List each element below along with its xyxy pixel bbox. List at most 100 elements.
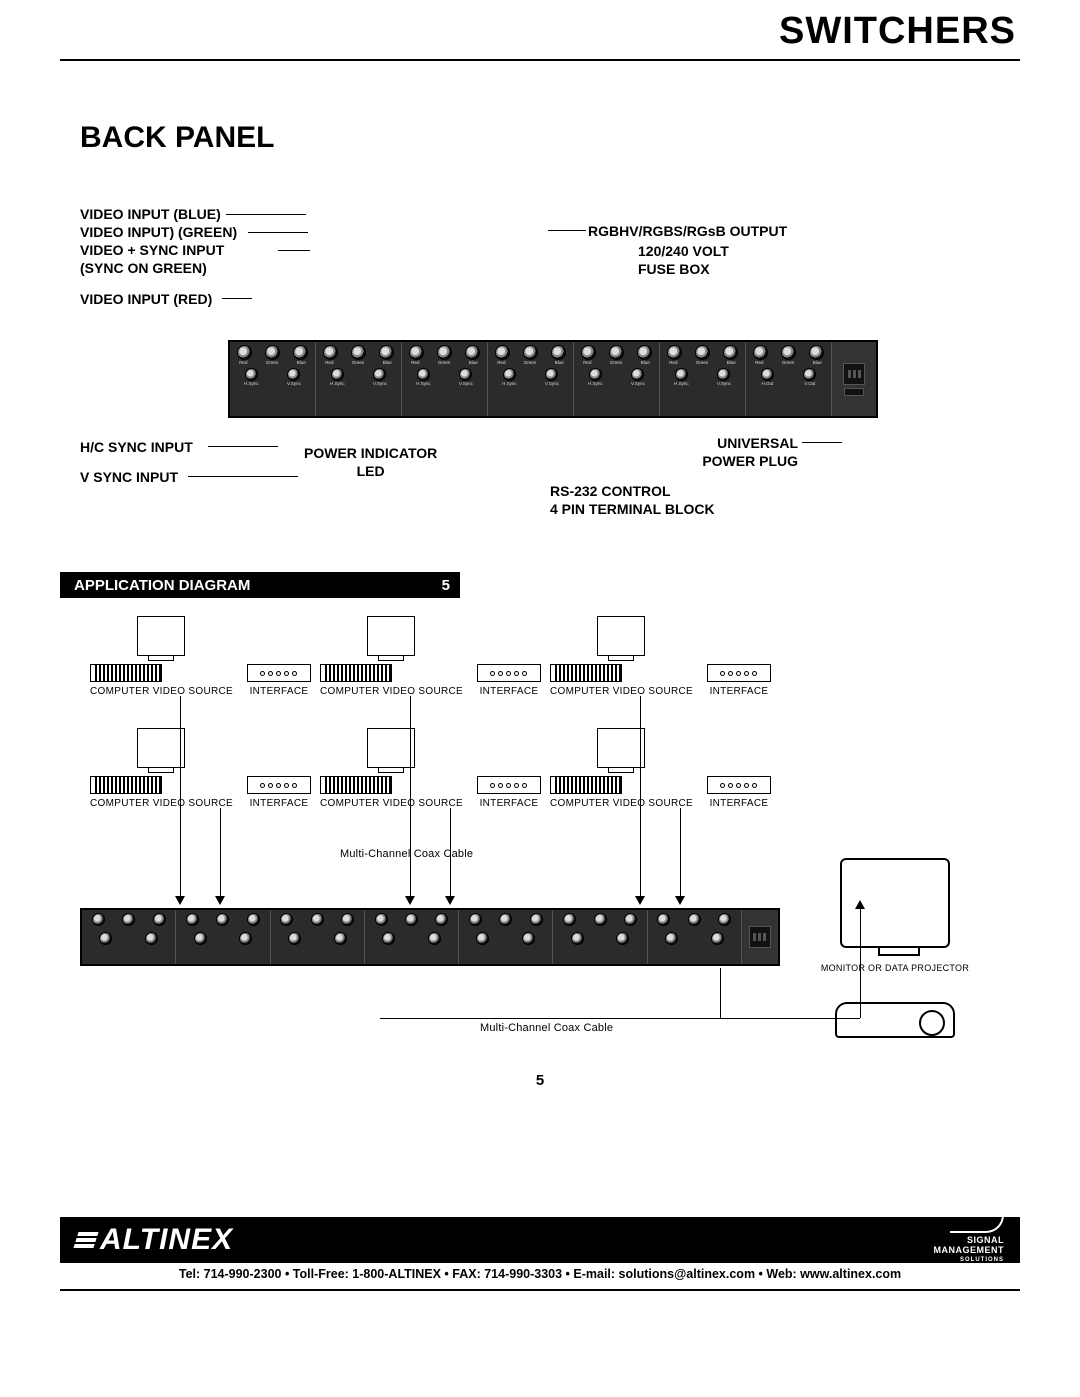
bnc-connector	[695, 345, 710, 360]
bnc-connector	[551, 345, 566, 360]
application-diagram: Computer Video Source Interface Computer…	[60, 608, 1020, 1088]
bnc-connector	[723, 345, 738, 360]
cable-line	[180, 696, 181, 898]
interface-icon: Interface	[477, 616, 541, 698]
bnc-connector	[237, 345, 252, 360]
cable-line	[450, 808, 451, 898]
bnc-connector	[753, 345, 768, 360]
iec-inlet-icon	[843, 363, 865, 385]
interface-icon: Interface	[247, 616, 311, 698]
label: Computer Video Source	[550, 686, 693, 698]
lead-line	[548, 230, 586, 231]
sms-line1: SIGNAL	[934, 1235, 1005, 1245]
arrow-down-icon	[675, 896, 685, 905]
lead-line	[188, 476, 298, 477]
page-category-title: SWITCHERS	[60, 10, 1020, 61]
input-group	[82, 910, 176, 964]
sms-line2: MANAGEMENT	[934, 1245, 1005, 1255]
arrow-down-icon	[445, 896, 455, 905]
bnc-connector	[667, 345, 682, 360]
brand-name: ALTINEX	[100, 1223, 233, 1257]
bnc-connector	[581, 345, 596, 360]
bnc-connector	[331, 368, 344, 381]
bnc-connector	[379, 345, 394, 360]
input-group-6: RedGreenBlue H.SyncV.Sync	[660, 342, 746, 416]
input-group-2: RedGreenBlue H.SyncV.Sync	[316, 342, 402, 416]
bnc-connector	[675, 368, 688, 381]
computer-source-icon: Computer Video Source	[90, 728, 233, 810]
arrow-down-icon	[215, 896, 225, 905]
input-group-1: RedGreenBlue H.SyncV.Sync	[230, 342, 316, 416]
lead-line	[278, 250, 310, 251]
section-bar-title: APPLICATION DIAGRAM	[74, 577, 250, 594]
bnc-connector	[781, 345, 796, 360]
interface-icon: Interface	[247, 728, 311, 810]
footer-bar: ALTINEX SIGNAL MANAGEMENT SOLUTIONS	[60, 1217, 1020, 1263]
bnc-connector	[417, 368, 430, 381]
source-pair: Computer Video Source Interface	[320, 728, 541, 810]
cable-label-lower: Multi-Channel Coax Cable	[480, 1022, 613, 1034]
source-pair: Computer Video Source Interface	[550, 728, 771, 810]
lead-line	[208, 446, 278, 447]
cable-line	[380, 1018, 860, 1019]
input-group	[271, 910, 365, 964]
brand-logo: ALTINEX	[76, 1223, 233, 1257]
bnc-connector	[245, 368, 258, 381]
computer-source-icon: Computer Video Source	[90, 616, 233, 698]
lead-line	[248, 232, 308, 233]
footer-contact: Tel: 714-990-2300 • Toll-Free: 1-800-ALT…	[60, 1267, 1020, 1281]
input-group	[553, 910, 647, 964]
bnc-connector	[437, 345, 452, 360]
page-number: 5	[60, 1072, 1020, 1089]
output-group: RedGreenBlue H.OutV.Out	[746, 342, 832, 416]
cable-line	[680, 808, 681, 898]
sms-logo: SIGNAL MANAGEMENT SOLUTIONS	[934, 1215, 1005, 1265]
bnc-connector	[465, 345, 480, 360]
callout-video-inputs-left: VIDEO INPUT (BLUE) VIDEO INPUT) (GREEN) …	[80, 205, 237, 277]
sms-line3: SOLUTIONS	[934, 1255, 1005, 1265]
bnc-connector	[809, 345, 824, 360]
lead-line	[222, 298, 252, 299]
callout-rs232: RS-232 CONTROL 4 PIN TERMINAL BLOCK	[550, 482, 715, 518]
callout-power-led: POWER INDICATOR LED	[304, 444, 437, 480]
power-module	[742, 910, 778, 964]
label: Computer Video Source	[90, 686, 233, 698]
bnc-connector	[717, 368, 730, 381]
label: Computer Video Source	[90, 798, 233, 810]
input-group-5: RedGreenBlue H.SyncV.Sync	[574, 342, 660, 416]
cable-label-upper: Multi-Channel Coax Cable	[340, 848, 473, 860]
input-group-4: RedGreenBlue H.SyncV.Sync	[488, 342, 574, 416]
callout-video-input-red: VIDEO INPUT (RED)	[80, 290, 212, 308]
bnc-connector	[287, 368, 300, 381]
input-group	[459, 910, 553, 964]
callout-hc-sync: H/C SYNC INPUT	[80, 438, 193, 456]
iec-inlet-icon	[749, 926, 771, 948]
computer-source-icon: Computer Video Source	[550, 728, 693, 810]
projector-icon	[835, 1002, 955, 1038]
arrow-down-icon	[405, 896, 415, 905]
bnc-connector	[323, 345, 338, 360]
back-panel-unit: RedGreenBlue H.SyncV.Sync RedGreenBlue H…	[228, 340, 878, 418]
source-pair: Computer Video Source Interface	[90, 728, 311, 810]
computer-source-icon: Computer Video Source	[320, 616, 463, 698]
bnc-connector	[495, 345, 510, 360]
monitor-icon	[840, 858, 950, 948]
section-bar-number: 5	[442, 577, 450, 594]
source-pair: Computer Video Source Interface	[320, 616, 541, 698]
bnc-connector	[803, 368, 816, 381]
label: Interface	[477, 798, 541, 810]
footer-rule	[60, 1289, 1020, 1291]
section-title: BACK PANEL	[80, 121, 1020, 155]
lead-line	[226, 214, 306, 215]
label: Interface	[247, 686, 311, 698]
bnc-connector	[265, 345, 280, 360]
bnc-connector	[373, 368, 386, 381]
callout-rgb-output: RGBHV/RGBS/RGsB OUTPUT	[588, 222, 787, 240]
swoosh-icon	[950, 1215, 1004, 1233]
computer-source-icon: Computer Video Source	[550, 616, 693, 698]
computer-source-icon: Computer Video Source	[320, 728, 463, 810]
arrow-down-icon	[175, 896, 185, 905]
interface-icon: Interface	[707, 616, 771, 698]
cable-line	[720, 968, 721, 1018]
arrow-down-icon	[635, 896, 645, 905]
